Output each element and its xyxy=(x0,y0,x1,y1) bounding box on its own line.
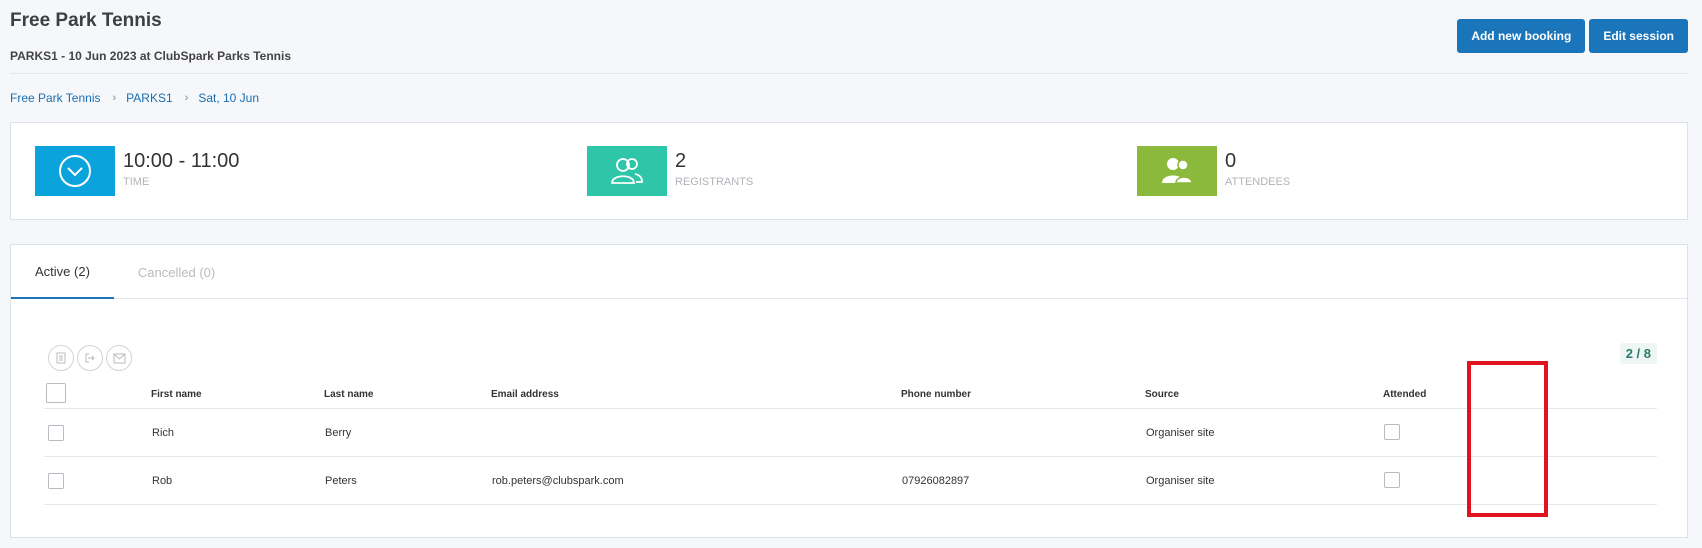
column-header-email[interactable]: Email address xyxy=(491,389,559,400)
registrant-count-badge: 2 / 8 xyxy=(1619,343,1657,364)
page-subtitle: PARKS1 - 10 Jun 2023 at ClubSpark Parks … xyxy=(10,49,291,63)
stat-time: 10:00 - 11:00 TIME xyxy=(35,146,239,196)
user-group-icon xyxy=(1137,146,1217,196)
cell-last-name: Peters xyxy=(325,475,357,487)
cell-source: Organiser site xyxy=(1146,475,1215,487)
clock-icon xyxy=(35,146,115,196)
stat-registrants-value: 2 xyxy=(675,150,687,172)
stat-attendees-value: 0 xyxy=(1225,150,1237,172)
users-icon xyxy=(587,146,667,196)
tab-cancelled[interactable]: Cancelled (0) xyxy=(114,245,239,299)
select-all-checkbox[interactable] xyxy=(46,383,66,403)
column-header-first-name[interactable]: First name xyxy=(151,389,202,400)
registrants-list-card: Active (2) Cancelled (0) 2 / 8 First nam… xyxy=(10,244,1688,538)
stat-time-label: TIME xyxy=(123,176,150,188)
print-icon[interactable] xyxy=(48,345,74,371)
edit-session-button[interactable]: Edit session xyxy=(1589,19,1688,53)
breadcrumb-link-course[interactable]: Free Park Tennis xyxy=(10,91,101,105)
cell-phone: 07926082897 xyxy=(902,475,970,487)
stat-registrants-label: REGISTRANTS xyxy=(675,176,754,188)
cell-source: Organiser site xyxy=(1146,427,1215,439)
breadcrumb-link-date[interactable]: Sat, 10 Jun xyxy=(198,91,259,105)
stat-registrants: 2 REGISTRANTS xyxy=(587,146,753,196)
stat-time-value: 10:00 - 11:00 xyxy=(123,150,240,172)
breadcrumb-separator: › xyxy=(112,92,117,104)
row-select-checkbox[interactable] xyxy=(48,425,64,441)
page-title: Free Park Tennis xyxy=(10,10,162,31)
cell-first-name: Rob xyxy=(152,475,173,487)
stat-attendees: 0 ATTENDEES xyxy=(1137,146,1290,196)
tab-active[interactable]: Active (2) xyxy=(11,245,114,299)
column-header-phone[interactable]: Phone number xyxy=(901,389,971,400)
table-row: Rich Berry Organiser site xyxy=(44,409,1657,457)
add-new-booking-button[interactable]: Add new booking xyxy=(1457,19,1586,53)
attended-checkbox[interactable] xyxy=(1384,472,1400,488)
attended-checkbox[interactable] xyxy=(1384,424,1400,440)
cell-last-name: Berry xyxy=(325,427,352,439)
cell-email: rob.peters@clubspark.com xyxy=(492,475,624,487)
row-select-checkbox[interactable] xyxy=(48,473,64,489)
table-row: Rob Peters rob.peters@clubspark.com 0792… xyxy=(44,457,1657,505)
table-header-row: First name Last name Email address Phone… xyxy=(44,375,1657,409)
breadcrumb-separator: › xyxy=(184,92,189,104)
cell-first-name: Rich xyxy=(152,427,175,439)
session-stats-card: 10:00 - 11:00 TIME 2 REGISTRANTS 0 ATTEN… xyxy=(10,122,1688,220)
export-icon[interactable] xyxy=(77,345,103,371)
column-header-last-name[interactable]: Last name xyxy=(324,389,373,400)
header-actions: Add new booking Edit session xyxy=(1457,19,1688,53)
stat-attendees-label: ATTENDEES xyxy=(1225,176,1291,188)
table-toolbar xyxy=(48,345,132,371)
column-header-source[interactable]: Source xyxy=(1145,389,1179,400)
breadcrumb: Free Park Tennis › PARKS1 › Sat, 10 Jun xyxy=(10,91,259,105)
email-icon[interactable] xyxy=(106,345,132,371)
breadcrumb-link-venue[interactable]: PARKS1 xyxy=(126,91,172,105)
registrants-table: First name Last name Email address Phone… xyxy=(44,375,1657,505)
tab-bar: Active (2) Cancelled (0) xyxy=(11,245,1687,299)
header-divider xyxy=(10,73,1688,74)
column-header-attended[interactable]: Attended xyxy=(1383,389,1426,400)
